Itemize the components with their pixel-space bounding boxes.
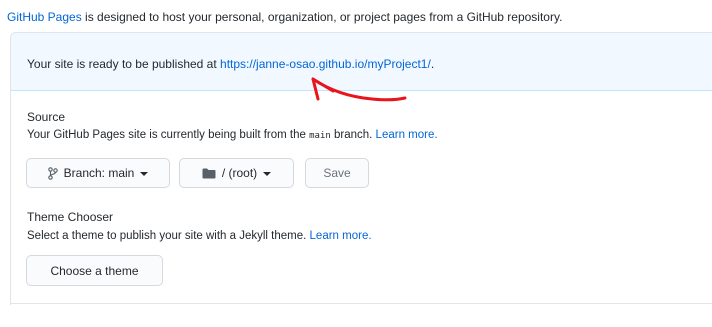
git-branch-icon — [47, 166, 58, 180]
source-desc-suffix: branch. — [330, 129, 376, 141]
site-ready-message: Your site is ready to be published at ht… — [27, 57, 434, 71]
folder-icon — [202, 168, 216, 179]
save-button[interactable]: Save — [305, 158, 369, 188]
caret-down-icon — [140, 171, 149, 176]
section-divider — [11, 303, 712, 304]
source-desc-prefix: Your GitHub Pages site is currently bein… — [27, 129, 310, 141]
folder-select-label: / (root) — [221, 166, 258, 180]
site-ready-banner: Your site is ready to be published at ht… — [11, 33, 712, 91]
theme-learn-more-link[interactable]: Learn more. — [310, 230, 372, 242]
theme-chooser-title: Theme Chooser — [27, 210, 114, 224]
theme-chooser-description: Select a theme to publish your site with… — [27, 230, 372, 242]
pages-intro: GitHub Pages is designed to host your pe… — [7, 10, 562, 24]
branch-code: main — [309, 131, 331, 141]
site-url-link[interactable]: https://janne-osao.github.io/myProject1/ — [220, 57, 431, 71]
theme-desc-prefix: Select a theme to publish your site with… — [27, 230, 310, 242]
github-pages-link[interactable]: GitHub Pages — [7, 10, 82, 24]
choose-theme-button[interactable]: Choose a theme — [26, 255, 163, 286]
source-description: Your GitHub Pages site is currently bein… — [27, 129, 438, 141]
intro-text: is designed to host your personal, organ… — [81, 10, 563, 24]
pages-settings-panel: Your site is ready to be published at ht… — [10, 32, 712, 305]
source-learn-more-link[interactable]: Learn more. — [376, 129, 438, 141]
caret-down-icon — [263, 171, 272, 176]
branch-select-button[interactable]: Branch: main — [26, 158, 170, 188]
branch-select-label: Branch: main — [63, 166, 135, 180]
source-title: Source — [27, 110, 66, 124]
folder-select-button[interactable]: / (root) — [179, 158, 294, 188]
site-ready-prefix: Your site is ready to be published at — [27, 57, 221, 71]
site-ready-suffix: . — [430, 57, 435, 71]
